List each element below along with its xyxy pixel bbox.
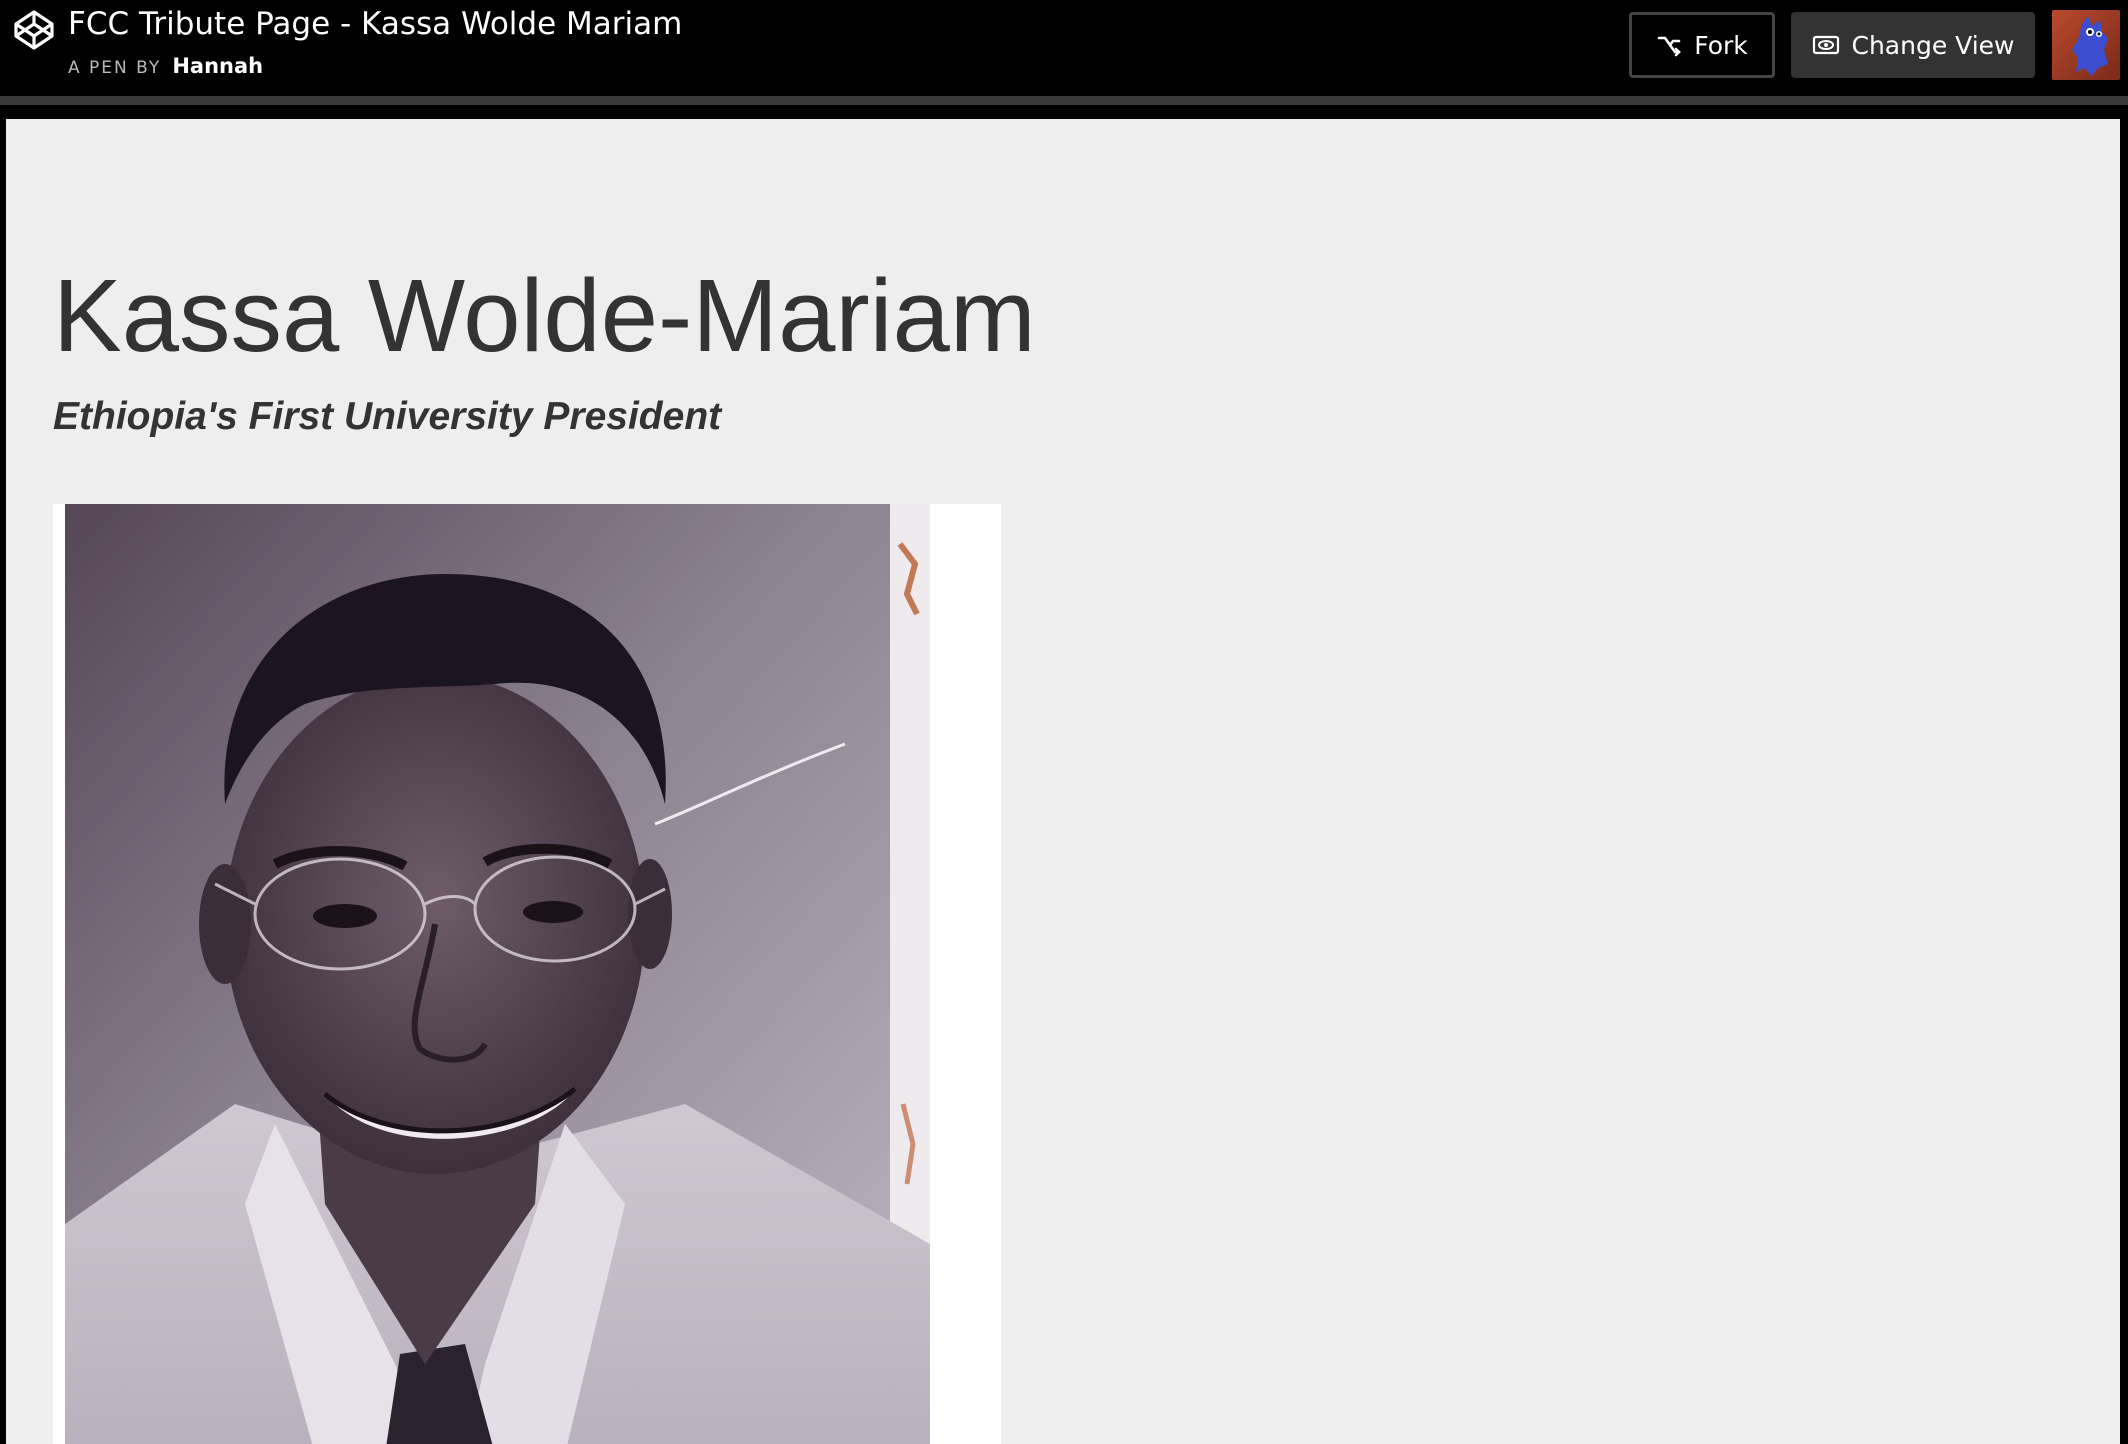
user-avatar[interactable] — [2052, 10, 2120, 80]
fork-icon — [1657, 36, 1682, 57]
codepen-logo-icon[interactable] — [12, 8, 56, 52]
page-subtitle: Ethiopia's First University President — [53, 395, 722, 438]
fork-button[interactable]: Fork — [1629, 12, 1775, 78]
byline-prefix: A PEN BY — [68, 58, 162, 78]
change-view-label: Change View — [1851, 30, 2015, 60]
app-header: FCC Tribute Page - Kassa Wolde Mariam A … — [0, 0, 2128, 96]
eye-icon — [1812, 35, 1839, 55]
pen-byline: A PEN BY Hannah — [68, 54, 263, 78]
portrait-figure — [53, 504, 1001, 1444]
author-link[interactable]: Hannah — [172, 54, 263, 78]
change-view-button[interactable]: Change View — [1791, 12, 2035, 78]
header-divider — [0, 96, 2128, 105]
page-title: Kassa Wolde-Mariam — [53, 258, 1036, 373]
fork-label: Fork — [1694, 30, 1748, 60]
portrait-photo — [65, 504, 930, 1444]
preview-frame: Kassa Wolde-Mariam Ethiopia's First Univ… — [6, 119, 2120, 1444]
pen-title: FCC Tribute Page - Kassa Wolde Mariam — [68, 6, 683, 42]
